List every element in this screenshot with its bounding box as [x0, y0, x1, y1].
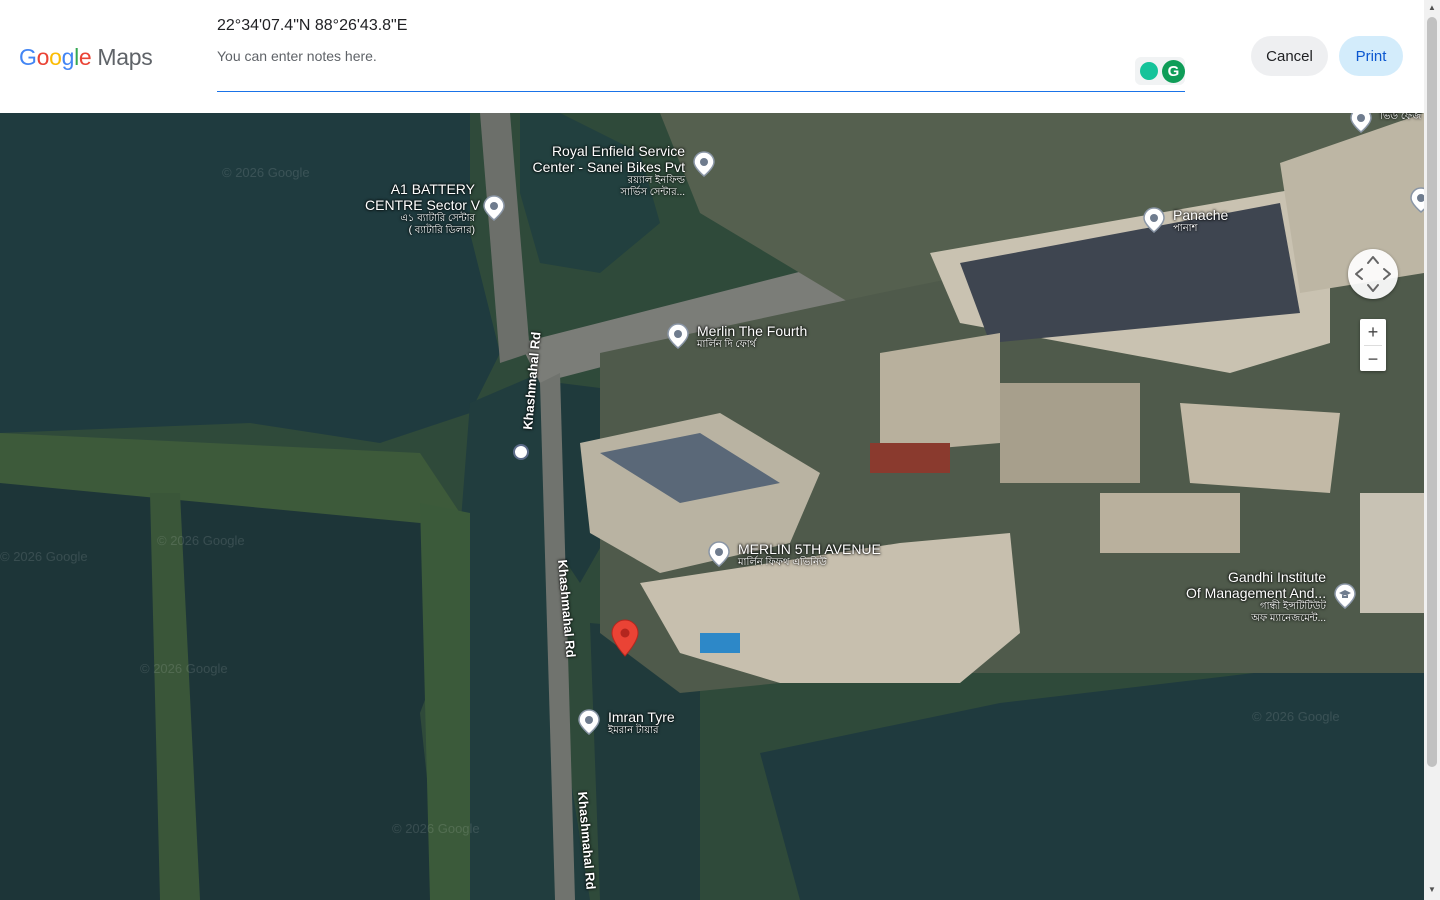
- poi-a1-battery[interactable]: A1 BATTERY CENTRE Sector V এ১ ব্যাটারি স…: [365, 181, 505, 237]
- bus-stop-icon[interactable]: [513, 444, 529, 460]
- poi-imran-tyre[interactable]: Imran Tyre ইমরান টায়ার: [578, 709, 675, 737]
- map-watermark: © 2026 Google: [140, 661, 228, 676]
- location-pin-icon: [693, 151, 715, 177]
- zoom-out-button[interactable]: −: [1360, 346, 1386, 372]
- poi-title: MERLIN 5TH AVENUE: [738, 541, 881, 557]
- poi-title: Gandhi Institute Of Management And...: [1186, 569, 1327, 601]
- poi-panache[interactable]: Panache পানাশ: [1143, 207, 1228, 235]
- compass-control[interactable]: [1348, 249, 1398, 299]
- poi-merlin-the-fourth[interactable]: Merlin The Fourth মার্লিন দি ফোর্থ: [667, 323, 807, 351]
- map-watermark: © 2026 Google: [1252, 709, 1340, 724]
- map-watermark: © 2026 Google: [392, 821, 480, 836]
- map-watermark: © 2026 Google: [0, 549, 88, 564]
- poi-subtitle: আইডিয়াল ভিউ ফেজ: [1380, 113, 1422, 122]
- poi-subtitle: ইমরান টায়ার: [608, 725, 659, 736]
- poi-subtitle: এ১ ব্যাটারি সেন্টার ( ব্যাটারি ডিলার): [400, 213, 475, 236]
- location-pin-icon: [708, 541, 730, 567]
- map-watermark: © 2026 Google: [157, 533, 245, 548]
- poi-gandhi-institute[interactable]: Gandhi Institute Of Management And... গা…: [1186, 569, 1356, 625]
- scroll-up-arrow-icon[interactable]: ▲: [1427, 3, 1437, 13]
- school-icon: [1334, 583, 1356, 609]
- map-watermark: © 2026 Google: [222, 165, 310, 180]
- poi-ideal-view[interactable]: আইডিয়াল ভিউ ফেজ: [1350, 113, 1423, 133]
- poi-title: Royal Enfield Service Center - Sanei Bik…: [532, 143, 685, 175]
- print-header: GoogleMaps 22°34'07.4"N 88°26'43.8"E G C…: [0, 0, 1424, 113]
- google-maps-logo: Google Maps: [19, 44, 153, 70]
- print-button[interactable]: Print: [1339, 36, 1403, 76]
- poi-title: Imran Tyre: [608, 709, 675, 725]
- grammarly-icon[interactable]: G: [1162, 60, 1185, 83]
- coordinates-text: 22°34'07.4"N 88°26'43.8"E: [217, 17, 408, 34]
- location-pin-icon: [1350, 113, 1372, 133]
- poi-merlin-5th-avenue[interactable]: MERLIN 5TH AVENUE মার্লিন ফিফথ এভিনিউ: [708, 541, 881, 569]
- poi-subtitle: মার্লিন দি ফোর্থ: [697, 339, 757, 350]
- notes-input[interactable]: [217, 40, 1185, 92]
- location-pin-icon: [483, 195, 505, 221]
- scroll-down-arrow-icon[interactable]: ▼: [1427, 885, 1437, 895]
- location-pin-icon: [578, 709, 600, 735]
- location-pin-icon[interactable]: [1410, 187, 1424, 213]
- poi-title: Merlin The Fourth: [697, 323, 808, 339]
- satellite-map[interactable]: © 2026 Google © 2026 Google © 2026 Googl…: [0, 113, 1424, 900]
- zoom-in-button[interactable]: +: [1360, 319, 1386, 345]
- poi-title: Panache: [1173, 207, 1229, 223]
- poi-subtitle: পানাশ: [1173, 223, 1198, 234]
- red-marker-icon[interactable]: [611, 619, 639, 657]
- location-pin-icon: [667, 323, 689, 349]
- grammarly-bulb-icon[interactable]: [1140, 62, 1158, 80]
- poi-subtitle: মার্লিন ফিফথ এভিনিউ: [738, 557, 827, 568]
- poi-title: A1 BATTERY CENTRE Sector V: [365, 181, 481, 213]
- compass-icon: [1355, 256, 1391, 292]
- location-pin-icon: [1143, 207, 1165, 233]
- poi-subtitle: গান্ধী ইন্সটিটিউট অফ ম্যানেজমেন্ট...: [1251, 601, 1326, 624]
- cancel-button[interactable]: Cancel: [1251, 36, 1328, 76]
- scrollbar-thumb[interactable]: [1427, 17, 1437, 767]
- zoom-controls: + −: [1360, 319, 1386, 371]
